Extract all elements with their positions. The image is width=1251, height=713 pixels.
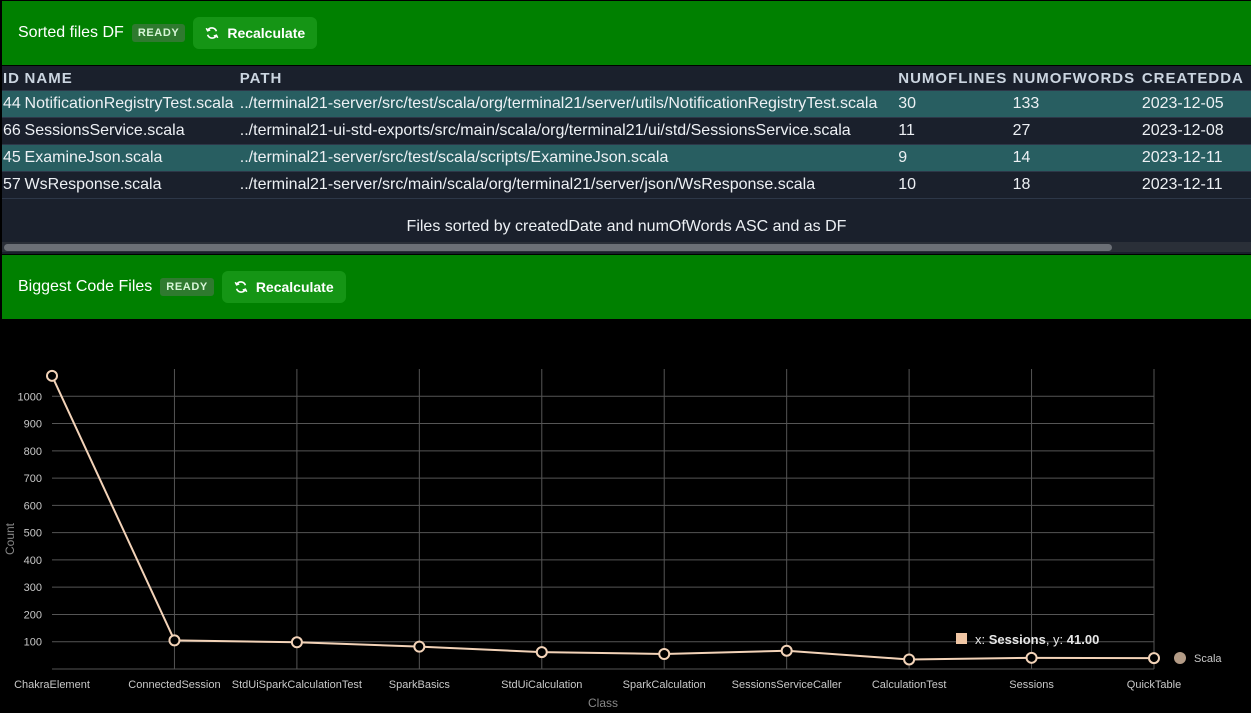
y-tick-label: 300 <box>24 582 42 594</box>
cell-id: 44 <box>2 90 25 118</box>
cell-createddate: 2023-12-05 <box>1141 90 1251 118</box>
cell-createddate: 2023-12-11 <box>1141 144 1251 172</box>
y-axis-title: Count <box>3 522 17 555</box>
cell-id: 57 <box>2 171 25 199</box>
table-row: 57 WsResponse.scala ../terminal21-server… <box>2 171 1251 199</box>
y-tick-label: 200 <box>24 609 42 621</box>
x-tick-label: StdUiCalculation <box>501 679 582 691</box>
column-header-id[interactable]: ID <box>2 66 25 91</box>
column-header-numoflines[interactable]: NUMOFLINES <box>898 66 1013 91</box>
status-badge: READY <box>131 24 186 42</box>
x-tick-label: SessionsServiceCaller <box>732 679 842 691</box>
horizontal-scrollbar[interactable] <box>2 242 1251 252</box>
line-chart: ChakraElement ConnectedSession StdUiSparkC… <box>3 369 1222 710</box>
x-tick-label: Sessions <box>1009 679 1054 691</box>
recalculate-button-label: Recalculate <box>227 25 306 41</box>
cell-path: ../terminal21-ui-std-exports/src/main/sc… <box>239 117 899 145</box>
data-point <box>535 646 548 659</box>
cell-numoflines: 9 <box>898 144 1013 172</box>
recalculate-button[interactable]: Recalculate <box>221 271 346 303</box>
x-axis-title: Class <box>588 696 618 708</box>
tooltip-text: x: Sessions, y: 41.00 <box>975 632 1099 647</box>
y-tick-label: 400 <box>24 555 42 567</box>
cell-numoflines: 30 <box>898 90 1013 118</box>
cell-numofwords: 27 <box>1012 117 1142 145</box>
sorted-files-table: ID NAME PATH NUMOFLINES NUMOFWORDS CREAT… <box>2 66 1251 199</box>
panel-header-sorted-files: Sorted files DF READY Recalculate <box>2 1 1251 65</box>
recalculate-button[interactable]: Recalculate <box>193 17 318 49</box>
y-tick-label: 700 <box>24 473 42 485</box>
table-header-row: ID NAME PATH NUMOFLINES NUMOFWORDS CREAT… <box>2 66 1251 91</box>
tooltip-text-part: Sessions <box>989 632 1046 647</box>
table-caption: Files sorted by createdDate and numOfWor… <box>406 218 847 235</box>
panel-title: Biggest Code Files <box>18 278 153 295</box>
cell-numofwords: 133 <box>1012 90 1142 118</box>
sorted-files-table-container: ID NAME PATH NUMOFLINES NUMOFWORDS CREAT… <box>2 66 1251 254</box>
y-tick-label: 100 <box>24 637 42 649</box>
y-tick-label: 500 <box>24 528 42 540</box>
legend-marker <box>1174 652 1186 664</box>
series-line <box>51 375 1155 661</box>
cell-path: ../terminal21-server/src/test/scala/scri… <box>239 144 899 172</box>
cell-name: WsResponse.scala <box>24 171 240 199</box>
data-point <box>658 648 671 660</box>
cell-id: 66 <box>2 117 25 145</box>
x-tick-label: QuickTable <box>1127 679 1181 691</box>
cell-numofwords: 14 <box>1012 144 1142 172</box>
y-tick-label: 1000 <box>18 391 42 403</box>
data-point <box>903 653 916 666</box>
column-header-numofwords[interactable]: NUMOFWORDS <box>1012 66 1142 91</box>
x-tick-label: ConnectedSession <box>128 679 220 691</box>
x-tick-label: CalculationTest <box>872 679 947 691</box>
cell-name: SessionsService.scala <box>24 117 240 145</box>
y-tick-label: 900 <box>24 419 42 431</box>
table-row: 45 ExamineJson.scala ../terminal21-serve… <box>2 144 1251 172</box>
data-point <box>1148 652 1160 665</box>
tooltip-swatch <box>956 633 967 644</box>
cell-numoflines: 10 <box>898 171 1013 199</box>
y-tick-label: 600 <box>24 500 42 512</box>
x-tick-label: SparkCalculation <box>623 679 706 691</box>
x-tick-label: StdUiSparkCalculationTest <box>232 679 362 691</box>
cell-createddate: 2023-12-11 <box>1141 171 1251 199</box>
data-point <box>1025 651 1038 664</box>
tooltip-text-part: , y: <box>1046 632 1067 647</box>
data-point <box>413 640 426 653</box>
recalculate-button-label: Recalculate <box>255 279 334 295</box>
status-badge: READY <box>160 278 214 296</box>
table-row: 44 NotificationRegistryTest.scala ../ter… <box>2 90 1251 118</box>
tooltip-text-part: x: <box>975 632 989 647</box>
biggest-code-files-chart: ChakraElement ConnectedSession StdUiSparkC… <box>2 319 1251 710</box>
panel-title: Sorted files DF <box>18 24 124 41</box>
cell-path: ../terminal21-server/src/test/scala/org/… <box>239 90 899 118</box>
cell-name: NotificationRegistryTest.scala <box>24 90 240 118</box>
x-tick-label: ChakraElement <box>14 679 90 691</box>
legend-label: Scala <box>1194 653 1222 665</box>
column-header-createddate[interactable]: CREATEDDA <box>1141 66 1251 91</box>
data-point <box>168 634 181 647</box>
data-point <box>290 636 303 649</box>
cell-numofwords: 18 <box>1012 171 1142 199</box>
column-header-name[interactable]: NAME <box>24 66 240 91</box>
refresh-icon <box>205 27 219 39</box>
cell-path: ../terminal21-server/src/main/scala/org/… <box>239 171 899 199</box>
cell-createddate: 2023-12-08 <box>1141 117 1251 145</box>
cell-numoflines: 11 <box>898 117 1013 145</box>
refresh-icon <box>234 281 248 293</box>
data-point <box>46 369 58 382</box>
x-tick-label: SparkBasics <box>389 679 451 691</box>
column-header-path[interactable]: PATH <box>239 66 899 91</box>
cell-id: 45 <box>2 144 25 172</box>
tooltip-text-part: 41.00 <box>1067 632 1100 647</box>
table-row: 66 SessionsService.scala ../terminal21-u… <box>2 117 1251 145</box>
y-tick-label: 800 <box>24 446 42 458</box>
cell-name: ExamineJson.scala <box>24 144 240 172</box>
data-point <box>780 644 793 657</box>
panel-header-biggest-code-files: Biggest Code Files READY Recalculate <box>2 255 1251 319</box>
scrollbar-thumb[interactable] <box>4 244 1112 251</box>
